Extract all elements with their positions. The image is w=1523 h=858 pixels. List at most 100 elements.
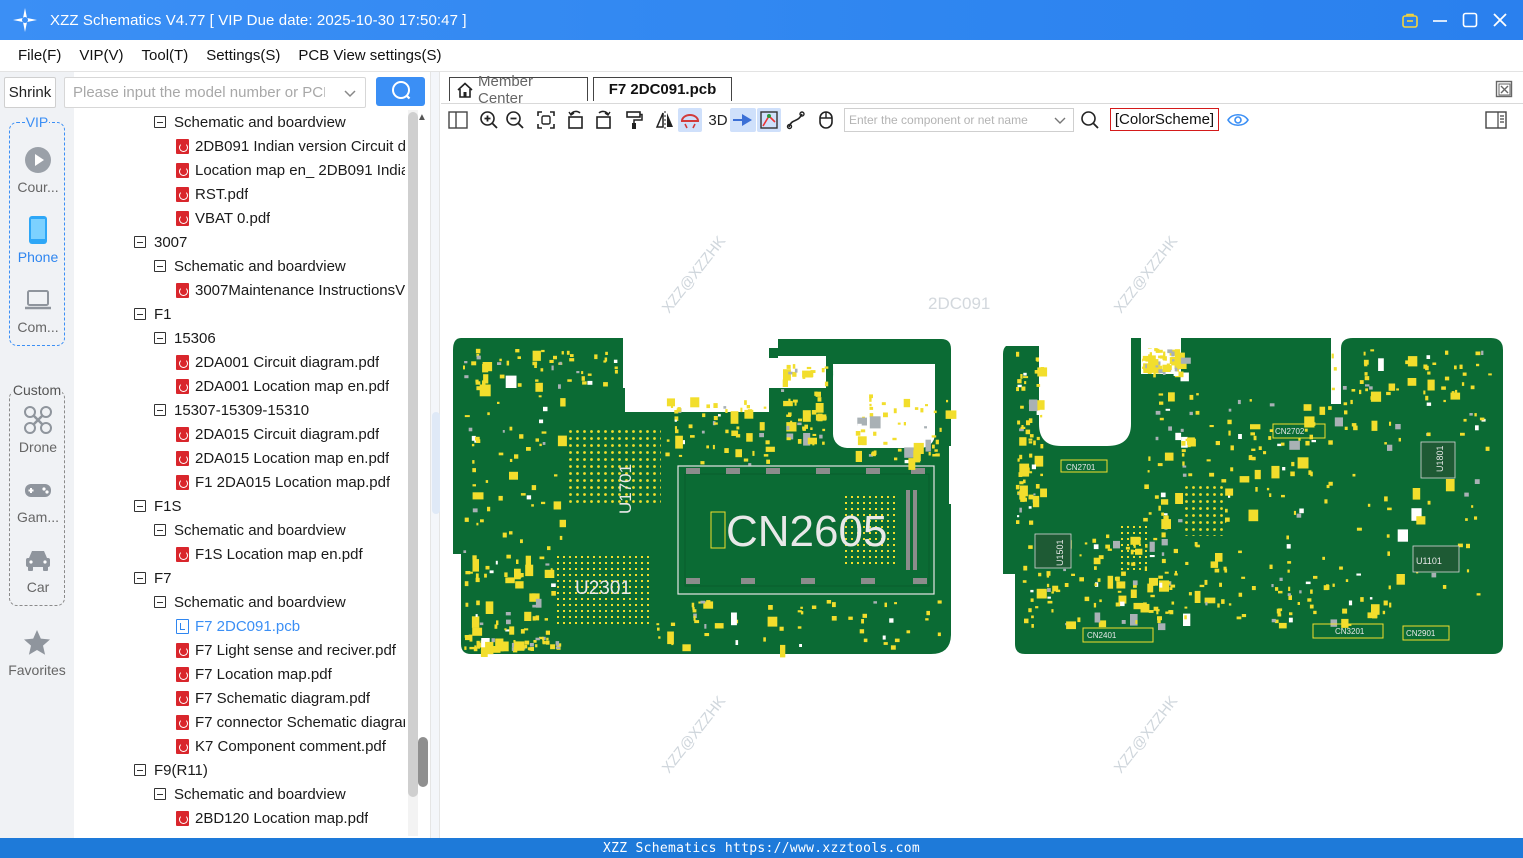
collapse-toggle-icon[interactable]: [154, 116, 166, 128]
collapse-toggle-icon[interactable]: [154, 596, 166, 608]
close-tab-icon[interactable]: [1495, 80, 1513, 101]
board-side-icon[interactable]: [678, 108, 702, 132]
collapse-toggle-icon[interactable]: [134, 500, 146, 512]
split-view-icon[interactable]: [446, 108, 470, 132]
tree-file[interactable]: F7 Light sense and reciver.pdf: [176, 638, 396, 662]
vip-group: VIP Cour... Phone Com...: [9, 114, 66, 347]
model-search-input[interactable]: [65, 78, 325, 107]
paint-roller-icon[interactable]: [622, 108, 646, 132]
component-search-icon[interactable]: [1078, 108, 1102, 132]
tree-folder[interactable]: Schematic and boardview: [154, 254, 346, 278]
tree-item-label: 2DA001 Location map en.pdf: [195, 377, 390, 395]
tree-file[interactable]: K7 Component comment.pdf: [176, 734, 386, 758]
tree-file[interactable]: 2BD120 Location map.pdf: [176, 806, 368, 830]
zoom-out-icon[interactable]: [503, 108, 527, 132]
tree-file[interactable]: 3007Maintenance InstructionsV: [176, 278, 405, 302]
tree-folder[interactable]: Schematic and boardview: [154, 782, 346, 806]
nav-item-game[interactable]: Gam...: [10, 475, 66, 537]
tree-folder[interactable]: F1S: [134, 494, 182, 518]
collapse-toggle-icon[interactable]: [134, 308, 146, 320]
tree-folder[interactable]: 15307-15309-15310: [154, 398, 309, 422]
nav-item-car[interactable]: Car: [10, 545, 66, 607]
mouse-mode-icon[interactable]: [814, 108, 838, 132]
tree-file[interactable]: F7 Location map.pdf: [176, 662, 332, 686]
collapse-toggle-icon[interactable]: [154, 260, 166, 272]
tree-file[interactable]: 2DB091 Indian version Circuit d: [176, 134, 405, 158]
view-3d-button[interactable]: 3D: [704, 108, 732, 132]
tree-file[interactable]: F1S Location map en.pdf: [176, 542, 363, 566]
tree-folder[interactable]: F9(R11): [134, 758, 208, 782]
nav-item-favorites[interactable]: Favorites: [0, 628, 74, 678]
pcb-board-left[interactable]: CN2605 U1701 U2301: [453, 338, 957, 658]
tree-folder[interactable]: 3007: [134, 230, 187, 254]
vip-bag-icon[interactable]: [1401, 11, 1419, 29]
zoom-in-icon[interactable]: [477, 108, 501, 132]
tree-item-label: 15306: [174, 329, 216, 347]
tree-file[interactable]: F7 connector Schematic diagrar: [176, 710, 405, 734]
panel-splitter[interactable]: [430, 72, 440, 838]
menu-tool[interactable]: Tool(T): [134, 47, 197, 64]
pin-mode-icon[interactable]: [730, 108, 756, 132]
tree-file[interactable]: F7 2DC091.pcb: [176, 614, 300, 638]
tree-file[interactable]: 2DA001 Circuit diagram.pdf: [176, 350, 379, 374]
nav-item-drone[interactable]: Drone: [10, 405, 66, 467]
collapse-toggle-icon[interactable]: [154, 404, 166, 416]
pcb-board-view[interactable]: XZZ@XZZHK XZZ@XZZHK XZZ@XZZHK XZZ@XZZHK …: [441, 134, 1523, 838]
collapse-toggle-icon[interactable]: [134, 764, 146, 776]
collapse-toggle-icon[interactable]: [134, 236, 146, 248]
nav-item-phone[interactable]: Phone: [10, 215, 66, 277]
tree-file[interactable]: 2DA001 Location map en.pdf: [176, 374, 389, 398]
tree-folder[interactable]: Schematic and boardview: [154, 110, 346, 134]
mirror-flip-icon[interactable]: [653, 108, 677, 132]
menu-pcb-view-settings[interactable]: PCB View settings(S): [290, 47, 449, 64]
chevron-down-icon[interactable]: [343, 86, 357, 103]
shrink-button[interactable]: Shrink: [4, 77, 56, 108]
tree-file[interactable]: RST.pdf: [176, 182, 248, 206]
eye-icon[interactable]: [1226, 108, 1250, 132]
tree-folder[interactable]: Schematic and boardview: [154, 518, 346, 542]
color-scheme-button[interactable]: [ColorScheme]: [1110, 108, 1219, 131]
pcb-file-icon: [176, 618, 189, 634]
collapse-panel-handle[interactable]: [432, 412, 440, 514]
tree-folder[interactable]: F1: [134, 302, 172, 326]
tree-folder[interactable]: F7: [134, 566, 172, 590]
tree-file[interactable]: Location map en_ 2DB091 India: [176, 158, 405, 182]
collapse-toggle-icon[interactable]: [154, 332, 166, 344]
component-search-input[interactable]: [845, 109, 1045, 131]
search-button[interactable]: [376, 77, 425, 106]
close-icon[interactable]: [1491, 11, 1509, 29]
side-panel-toggle-icon[interactable]: [1484, 108, 1508, 132]
tree-file[interactable]: 2DA015 Circuit diagram.pdf: [176, 422, 379, 446]
menu-file[interactable]: File(F): [10, 47, 69, 64]
laptop-icon: [23, 285, 53, 315]
tree-item-label: Location map en_ 2DB091 India: [195, 161, 405, 179]
nav-item-computer[interactable]: Com...: [10, 285, 66, 347]
tree-folder[interactable]: 15306: [154, 326, 216, 350]
measure-trace-icon[interactable]: [784, 108, 808, 132]
chevron-down-icon[interactable]: [1053, 113, 1067, 130]
collapse-toggle-icon[interactable]: [134, 572, 146, 584]
fit-view-icon[interactable]: [534, 108, 558, 132]
rotate-left-icon[interactable]: [564, 108, 588, 132]
scroll-up-arrow-icon[interactable]: ▲: [417, 112, 427, 123]
tree-scrollbar-handle[interactable]: [418, 737, 428, 787]
net-highlight-icon[interactable]: [757, 108, 781, 132]
menu-vip[interactable]: VIP(V): [71, 47, 131, 64]
nav-item-courses[interactable]: Cour...: [10, 145, 66, 207]
pcb-board-right[interactable]: CN2701 CN2702 U1801 U1101 U1501 CN2401 C…: [1003, 338, 1503, 654]
tree-file[interactable]: F1 2DA015 Location map.pdf: [176, 470, 390, 494]
tree-file[interactable]: F7 Schematic diagram.pdf: [176, 686, 370, 710]
menu-settings[interactable]: Settings(S): [198, 47, 288, 64]
rotate-right-icon[interactable]: [591, 108, 615, 132]
tab-member-center[interactable]: Member Center: [449, 73, 588, 107]
collapse-toggle-icon[interactable]: [154, 788, 166, 800]
collapse-toggle-icon[interactable]: [154, 524, 166, 536]
minimize-icon[interactable]: [1431, 11, 1449, 29]
tree-file[interactable]: 2DA015 Location map en.pdf: [176, 446, 389, 470]
pcb-canvas[interactable]: XZZ@XZZHK XZZ@XZZHK XZZ@XZZHK XZZ@XZZHK …: [441, 134, 1523, 838]
maximize-icon[interactable]: [1461, 11, 1479, 29]
tree-scrollbar-thumb[interactable]: [408, 112, 418, 797]
tree-file[interactable]: VBAT 0.pdf: [176, 206, 270, 230]
tree-folder[interactable]: Schematic and boardview: [154, 590, 346, 614]
tab-active-file[interactable]: F7 2DC091.pcb: [593, 77, 732, 101]
